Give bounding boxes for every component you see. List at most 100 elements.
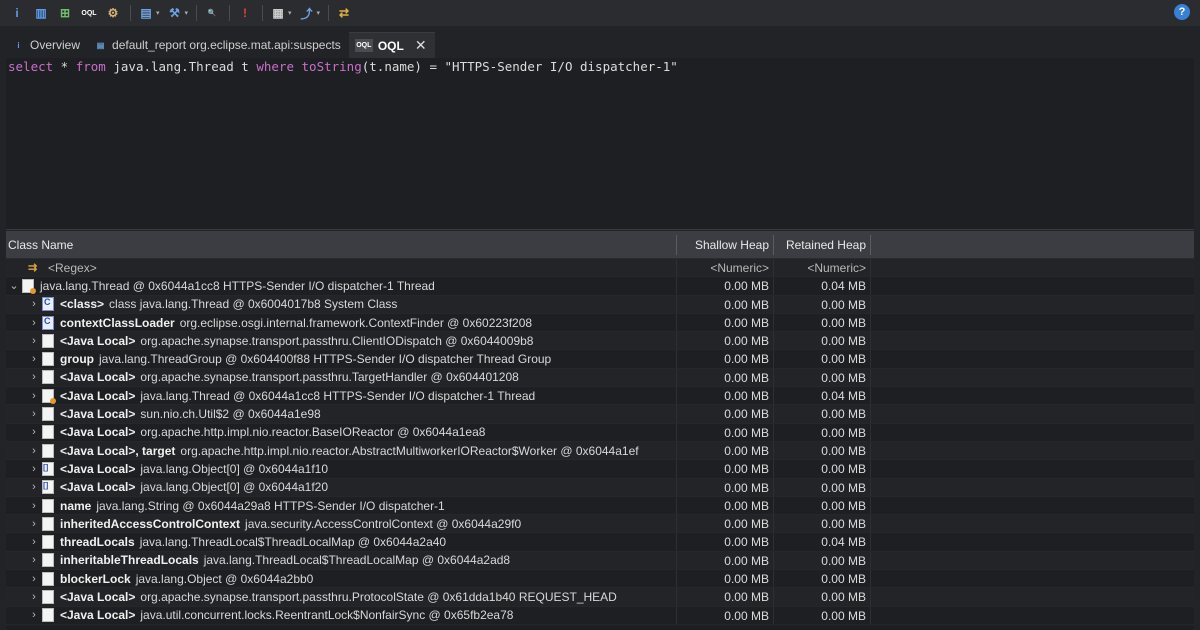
retained-heap-cell: 0.00 MB — [774, 551, 871, 570]
retained-heap-cell: 0.00 MB — [774, 478, 871, 496]
column-header-retained-heap[interactable]: Retained Heap — [774, 234, 871, 255]
field-name: <Java Local> — [60, 333, 136, 348]
calculator-icon[interactable]: ▦ — [269, 4, 287, 22]
chevron-right-icon[interactable]: › — [28, 408, 40, 420]
column-header-class-name[interactable]: Class Name — [6, 234, 677, 255]
class-name-cell: › <Java Local> java.lang.Object[0] @ 0x604… — [6, 460, 677, 478]
regex-filter-input[interactable]: <Regex> — [48, 261, 97, 275]
chevron-right-icon[interactable]: › — [28, 353, 40, 365]
filter-cell-name[interactable]: ⇉ <Regex> — [6, 259, 677, 277]
field-name: <Java Local>, target — [60, 443, 176, 458]
dropdown-arrow-icon[interactable]: ▾ — [185, 9, 189, 17]
info-icon[interactable]: i — [8, 4, 26, 22]
table-row[interactable]: › <Java Local> java.lang.Object[0] @ 0x604… — [6, 460, 1194, 479]
report-icon[interactable]: ▤ — [137, 4, 155, 22]
table-row[interactable]: › contextClassLoader org.eclipse.osgi.inte… — [6, 313, 1194, 333]
search-icon[interactable]: 🔍 — [203, 4, 221, 22]
table-row[interactable]: › <Java Local>, target org.apache.http.imp… — [6, 441, 1194, 461]
dropdown-arrow-icon[interactable]: ▾ — [156, 9, 160, 17]
object-label: java.lang.ThreadLocal$ThreadLocalMap @ 0… — [203, 553, 511, 568]
compare-icon[interactable]: ⇄ — [335, 4, 353, 22]
table-row[interactable]: › group java.lang.ThreadGroup @ 0x604400f8… — [6, 350, 1194, 369]
tab-label: Overview — [30, 38, 81, 52]
table-row[interactable]: › <Java Local> org.apache.http.impl.nio.re… — [6, 423, 1194, 442]
oql-query-editor[interactable]: select * from java.lang.Thread t where t… — [6, 58, 1194, 230]
toolbar-separator — [130, 5, 131, 21]
export-icon[interactable]: ⤴ — [298, 4, 316, 22]
array-object-icon — [42, 480, 54, 495]
field-name: inheritedAccessControlContext — [60, 516, 241, 531]
chevron-right-icon[interactable]: › — [28, 481, 40, 493]
oql-icon: OQL — [354, 39, 373, 52]
threads-icon[interactable]: ⚙ — [104, 4, 122, 22]
class-name-cell: › <Java Local>, target org.apache.http.imp… — [6, 441, 677, 460]
tab-overview[interactable]: i Overview — [6, 32, 88, 58]
query-browser-icon[interactable]: ⚒ — [166, 4, 184, 22]
shallow-heap-cell: 0.00 MB — [677, 441, 774, 460]
shallow-heap-cell: 0.00 MB — [677, 313, 774, 332]
table-row[interactable]: › inheritableThreadLocals java.lang.Thread… — [6, 551, 1194, 571]
object-icon — [42, 589, 54, 604]
object-icon — [42, 498, 54, 513]
thread-object-icon — [42, 388, 56, 404]
chevron-right-icon[interactable]: › — [28, 426, 40, 438]
table-row[interactable]: › <Java Local> org.apache.synapse.transpor… — [6, 368, 1194, 388]
table-row[interactable]: › <Java Local> org.apache.synapse.transpor… — [6, 332, 1194, 351]
table-row[interactable]: › name java.lang.String @ 0x6044a29a8 HTTP… — [6, 496, 1194, 516]
query-text: java.lang.Thread t — [105, 59, 257, 74]
retained-heap-cell: 0.00 MB — [774, 570, 871, 588]
info-icon: i — [17, 40, 20, 50]
filter-row[interactable]: ⇉ <Regex> <Numeric> <Numeric> — [6, 259, 1194, 278]
chevron-right-icon[interactable]: › — [28, 554, 40, 566]
chevron-down-icon[interactable]: ⌄ — [8, 279, 20, 292]
leak-suspect-icon[interactable]: ! — [236, 4, 254, 22]
class-name-cell: › <Java Local> org.apache.synapse.transpor… — [6, 368, 677, 387]
table-row[interactable]: › <Java Local> java.lang.Thread @ 0x6044a1… — [6, 387, 1194, 406]
filter-cell-retained[interactable]: <Numeric> — [774, 259, 871, 277]
histogram-icon[interactable]: ▥ — [32, 4, 50, 22]
dropdown-arrow-icon[interactable]: ▾ — [288, 9, 292, 17]
chevron-right-icon[interactable]: › — [28, 298, 40, 310]
field-name: <Java Local> — [60, 608, 136, 623]
editor-tab-bar: i Overview ▤ default_report org.eclipse.mat… — [0, 32, 1200, 58]
table-row[interactable]: › blockerLock java.lang.Object @ 0x6044a2b… — [6, 570, 1194, 589]
chevron-right-icon[interactable]: › — [28, 463, 40, 475]
close-icon[interactable]: ✕ — [415, 37, 427, 54]
chevron-right-icon[interactable]: › — [28, 390, 40, 402]
oql-icon[interactable]: OQL — [80, 4, 98, 22]
object-icon — [42, 407, 54, 422]
filter-cell-shallow[interactable]: <Numeric> — [677, 259, 774, 277]
help-icon[interactable]: ? — [1174, 4, 1190, 20]
tab-default_report[interactable]: ▤ default_report org.eclipse.mat.api:susp… — [88, 32, 349, 58]
chevron-right-icon[interactable]: › — [28, 609, 40, 621]
column-header-shallow-heap[interactable]: Shallow Heap — [677, 234, 774, 255]
object-label: java.lang.String @ 0x6044a29a8 HTTPS-Sen… — [96, 498, 445, 513]
chevron-right-icon[interactable]: › — [28, 335, 40, 347]
chevron-right-icon[interactable]: › — [28, 371, 40, 383]
table-row[interactable]: › <Java Local> org.apache.synapse.transpor… — [6, 588, 1194, 607]
object-icon — [42, 370, 54, 385]
dropdown-arrow-icon[interactable]: ▾ — [317, 9, 321, 17]
chevron-right-icon[interactable]: › — [28, 591, 40, 603]
table-row[interactable]: › threadLocals java.lang.ThreadLocal$Threa… — [6, 533, 1194, 552]
query-keyword: from — [75, 59, 106, 74]
chevron-right-icon[interactable]: › — [28, 445, 40, 457]
table-row[interactable]: › <class> class java.lang.Thread @ 0x60040… — [6, 295, 1194, 314]
shallow-heap-cell: 0.00 MB — [677, 551, 774, 570]
chevron-right-icon[interactable]: › — [28, 518, 40, 530]
table-row[interactable]: ⌄ java.lang.Thread @ 0x6044a1cc8 HTTPS-Se… — [6, 277, 1194, 296]
table-row[interactable]: › <Java Local> sun.nio.ch.Util$2 @ 0x6044a… — [6, 405, 1194, 424]
class-name-cell: › name java.lang.String @ 0x6044a29a8 HTTP… — [6, 496, 677, 515]
chevron-right-icon[interactable]: › — [28, 317, 40, 329]
table-row[interactable]: › <Java Local> java.lang.Object[0] @ 0x604… — [6, 478, 1194, 497]
chevron-right-icon[interactable]: › — [28, 536, 40, 548]
table-row[interactable]: › inheritedAccessControlContext java.secur… — [6, 515, 1194, 534]
oql-result-table: Class Name Shallow Heap Retained Heap ⇉ … — [6, 231, 1194, 630]
table-row[interactable]: › <Java Local> java.util.concurrent.locks.… — [6, 606, 1194, 625]
toolbar-separator — [229, 5, 231, 21]
dominator-tree-icon[interactable]: ⊞ — [56, 4, 74, 22]
chevron-right-icon[interactable]: › — [28, 573, 40, 585]
field-name: <Java Local> — [60, 425, 136, 440]
chevron-right-icon[interactable]: › — [28, 500, 40, 512]
tab-oql[interactable]: OQL OQL ✕ — [348, 32, 435, 58]
